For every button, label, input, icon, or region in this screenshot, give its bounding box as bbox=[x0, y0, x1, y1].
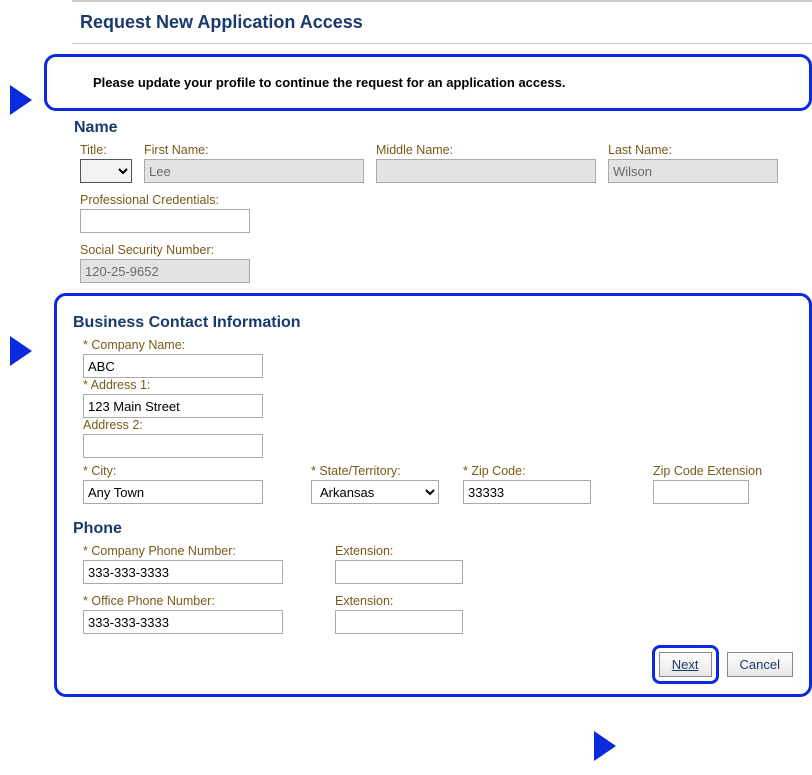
company-phone-label: Company Phone Number: bbox=[83, 544, 283, 558]
company-name-label: Company Name: bbox=[83, 338, 801, 352]
company-ext-label: Extension: bbox=[335, 544, 463, 558]
section-heading-phone: Phone bbox=[73, 520, 801, 538]
state-select[interactable]: Arkansas bbox=[311, 480, 439, 504]
cancel-button[interactable]: Cancel bbox=[727, 652, 793, 677]
zip-ext-label: Zip Code Extension bbox=[653, 464, 762, 478]
page-title: Request New Application Access bbox=[72, 0, 812, 44]
address2-field[interactable] bbox=[83, 434, 263, 458]
section-heading-name: Name bbox=[74, 119, 812, 137]
address1-field[interactable] bbox=[83, 394, 263, 418]
section-heading-bci: Business Contact Information bbox=[73, 314, 801, 332]
first-name-label: First Name: bbox=[144, 143, 364, 157]
office-phone-field[interactable] bbox=[83, 610, 283, 634]
last-name-field bbox=[608, 159, 778, 183]
ssn-field bbox=[80, 259, 250, 283]
first-name-field bbox=[144, 159, 364, 183]
title-select[interactable] bbox=[80, 159, 132, 183]
zip-ext-field[interactable] bbox=[653, 480, 749, 504]
office-phone-label: Office Phone Number: bbox=[83, 594, 283, 608]
zip-field[interactable] bbox=[463, 480, 591, 504]
state-label: State/Territory: bbox=[311, 464, 439, 478]
office-ext-field[interactable] bbox=[335, 610, 463, 634]
prof-cred-label: Professional Credentials: bbox=[80, 193, 250, 207]
middle-name-label: Middle Name: bbox=[376, 143, 596, 157]
company-ext-field[interactable] bbox=[335, 560, 463, 584]
title-label: Title: bbox=[80, 143, 132, 157]
last-name-label: Last Name: bbox=[608, 143, 778, 157]
prof-cred-field[interactable] bbox=[80, 209, 250, 233]
notice-text: Please update your profile to continue t… bbox=[59, 75, 797, 90]
address1-label: Address 1: bbox=[83, 378, 801, 392]
city-field[interactable] bbox=[83, 480, 263, 504]
address2-label: Address 2: bbox=[83, 418, 801, 432]
next-button[interactable]: Next bbox=[659, 652, 712, 677]
notice-callout: Please update your profile to continue t… bbox=[44, 54, 812, 111]
zip-label: Zip Code: bbox=[463, 464, 591, 478]
middle-name-field bbox=[376, 159, 596, 183]
next-callout: Next bbox=[652, 645, 719, 684]
city-label: City: bbox=[83, 464, 263, 478]
company-phone-field[interactable] bbox=[83, 560, 283, 584]
business-contact-callout: Business Contact Information Company Nam… bbox=[54, 293, 812, 697]
company-name-field[interactable] bbox=[83, 354, 263, 378]
office-ext-label: Extension: bbox=[335, 594, 463, 608]
ssn-label: Social Security Number: bbox=[80, 243, 250, 257]
callout-arrow-icon bbox=[594, 731, 616, 761]
